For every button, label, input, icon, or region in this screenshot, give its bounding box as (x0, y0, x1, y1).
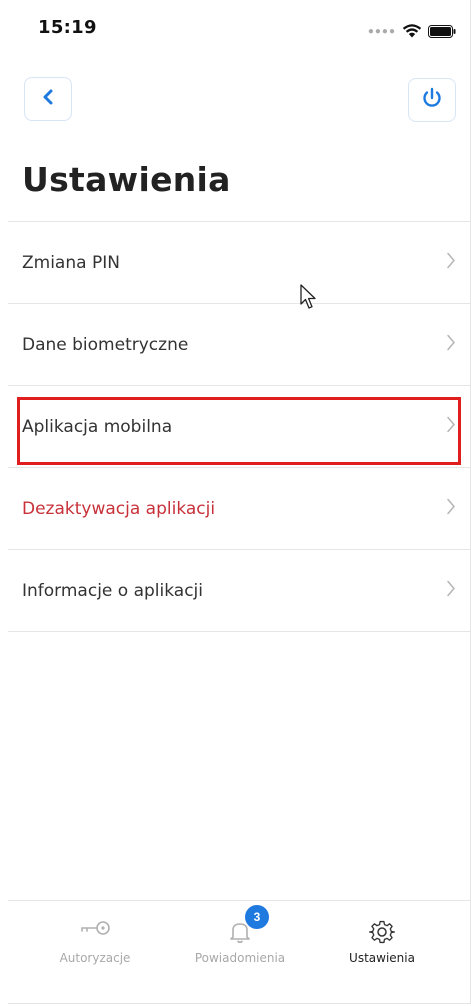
bottom-tab-bar: Autoryzacje 3 Powiadomienia Ustawienia (8, 900, 470, 1001)
back-button[interactable] (24, 77, 72, 121)
chevron-right-icon (446, 251, 456, 274)
tab-label: Ustawienia (349, 951, 415, 965)
mouse-cursor-icon (300, 284, 318, 315)
chevron-right-icon (446, 333, 456, 356)
menu-item-deactivate-app[interactable]: Dezaktywacja aplikacji (8, 468, 470, 550)
page-title: Ustawienia (22, 160, 231, 199)
menu-item-label: Dane biometryczne (22, 334, 189, 355)
status-icons: ●●●● (368, 24, 456, 38)
wifi-icon (402, 24, 422, 38)
battery-icon (428, 24, 456, 38)
menu-item-label: Informacje o aplikacji (22, 580, 203, 601)
menu-item-label: Dezaktywacja aplikacji (22, 498, 216, 519)
key-icon (79, 919, 111, 942)
status-bar: 15:19 ●●●● (8, 0, 470, 50)
chevron-right-icon (446, 415, 456, 438)
chevron-right-icon (446, 497, 456, 520)
menu-item-change-pin[interactable]: Zmiana PIN (8, 222, 470, 304)
tab-notifications[interactable]: 3 Powiadomienia (165, 901, 315, 1001)
menu-item-mobile-app[interactable]: Aplikacja mobilna (8, 386, 470, 468)
power-icon (420, 86, 444, 115)
tab-label: Autoryzacje (59, 951, 131, 965)
top-bar (8, 75, 470, 125)
signal-dots-icon: ●●●● (367, 25, 396, 37)
chevron-left-icon (41, 88, 55, 111)
notification-badge: 3 (245, 905, 269, 929)
logout-button[interactable] (408, 78, 456, 122)
gear-icon (368, 919, 396, 950)
chevron-right-icon (446, 579, 456, 602)
phone-screen: 15:19 ●●●● Ustawienia Zmiana PIN Dane bi… (8, 0, 471, 1004)
menu-item-biometrics[interactable]: Dane biometryczne (8, 304, 470, 386)
menu-item-label: Zmiana PIN (22, 252, 120, 273)
settings-menu: Zmiana PIN Dane biometryczne Aplikacja m… (8, 221, 470, 632)
tab-authorizations[interactable]: Autoryzacje (20, 901, 170, 1001)
menu-item-label: Aplikacja mobilna (22, 416, 173, 437)
tab-settings[interactable]: Ustawienia (307, 901, 457, 1001)
menu-item-app-info[interactable]: Informacje o aplikacji (8, 550, 470, 632)
status-time: 15:19 (38, 17, 97, 38)
tab-label: Powiadomienia (194, 951, 286, 965)
